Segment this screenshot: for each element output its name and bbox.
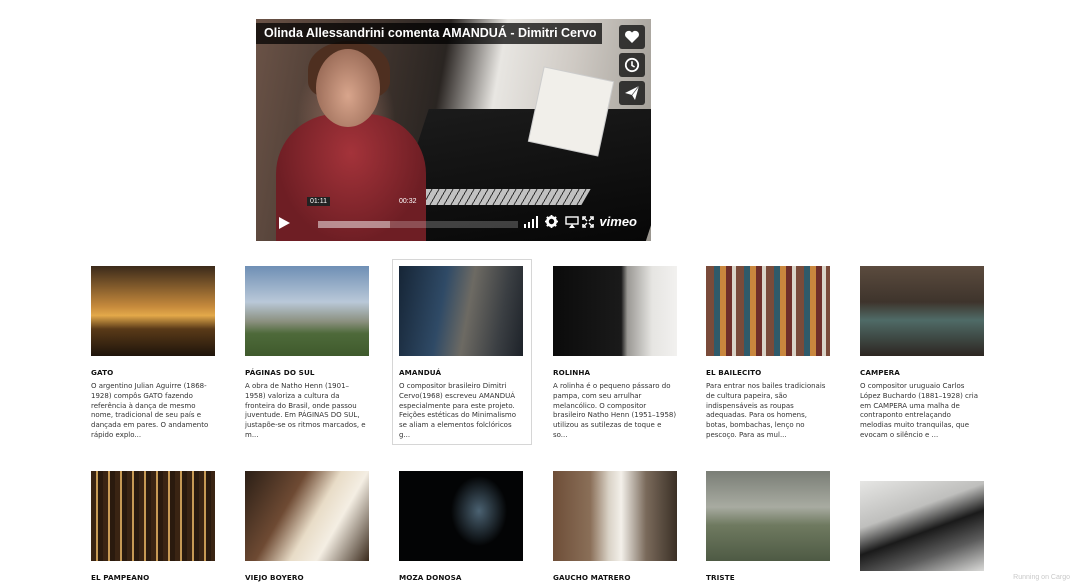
card-title[interactable]: TRISTE — [706, 573, 832, 582]
video-title[interactable]: Olinda Allessandrini comenta AMANDUÁ - D… — [256, 23, 603, 44]
card-description: A obra de Natho Henn (1901–1958) valoriz… — [245, 382, 366, 439]
card-description: Para entrar nos bailes tradicionais de c… — [706, 382, 826, 439]
performer-face — [316, 49, 380, 127]
card-title[interactable]: PÁGINAS DO SUL — [245, 368, 371, 377]
paper-plane-icon — [625, 85, 640, 100]
video-card[interactable]: EL BAILECITO Para entrar nos bailes tradi… — [706, 266, 832, 441]
progress-fill — [318, 221, 390, 228]
share-button[interactable] — [619, 81, 645, 105]
video-thumbnail[interactable] — [245, 471, 369, 561]
duration-time: 00:32 — [399, 198, 417, 205]
video-thumbnail[interactable] — [553, 266, 677, 356]
card-title[interactable]: VIEJO BOYERO — [245, 573, 371, 582]
card-description: O compositor uruguaio Carlos López Bucha… — [860, 382, 979, 439]
like-button[interactable] — [619, 25, 645, 49]
video-card[interactable]: GAUCHO MATRERO — [553, 471, 679, 582]
video-thumbnail[interactable] — [91, 471, 215, 561]
video-thumbnail[interactable] — [245, 266, 369, 356]
card-title[interactable]: EL BAILECITO — [706, 368, 832, 377]
footer-prefix: Running on — [1013, 574, 1049, 581]
card-description: A rolinha é o pequeno pássaro do pampa, … — [553, 382, 677, 439]
gear-icon[interactable] — [545, 215, 558, 228]
video-thumbnail[interactable] — [706, 266, 830, 356]
card-title[interactable]: GATO — [91, 368, 217, 377]
card-title[interactable]: EL PAMPEANO — [91, 573, 217, 582]
watch-later-button[interactable] — [619, 53, 645, 77]
video-thumbnail[interactable] — [860, 266, 984, 356]
video-thumbnail[interactable] — [860, 481, 984, 571]
video-card[interactable]: ROLINHA A rolinha é o pequeno pássaro do … — [553, 266, 679, 441]
play-button[interactable] — [268, 212, 300, 234]
vimeo-logo[interactable]: vimeo — [599, 214, 637, 229]
video-thumbnail[interactable] — [553, 471, 677, 561]
video-card[interactable]: GATO O argentino Julian Aguirre (1868-192… — [91, 266, 217, 441]
video-card[interactable]: TRISTE — [706, 471, 832, 582]
video-card[interactable]: MOZA DONOSA — [399, 471, 525, 582]
card-title[interactable]: MOZA DONOSA — [399, 573, 525, 582]
video-thumbnail[interactable] — [91, 266, 215, 356]
progress-bar[interactable] — [318, 221, 518, 228]
cargo-link[interactable]: Cargo — [1051, 574, 1070, 581]
card-title[interactable]: CAMPERA — [860, 368, 986, 377]
airplay-icon[interactable] — [565, 216, 579, 228]
video-card[interactable]: CAMPERA O compositor uruguaio Carlos Lópe… — [860, 266, 986, 441]
heart-icon — [625, 30, 639, 43]
footer-credit: Running on Cargo — [1013, 574, 1070, 581]
video-card[interactable]: AMANDUÁ O compositor brasileiro Dimitri C… — [392, 259, 532, 445]
video-thumbnail[interactable] — [399, 471, 523, 561]
video-thumbnail[interactable] — [706, 471, 830, 561]
card-title[interactable]: GAUCHO MATRERO — [553, 573, 679, 582]
video-card[interactable]: VIEJO BOYERO — [245, 471, 371, 582]
fullscreen-icon[interactable] — [582, 216, 594, 228]
video-thumbnail[interactable] — [399, 266, 523, 356]
video-card[interactable] — [860, 481, 986, 583]
card-description: O compositor brasileiro Dimitri Cervo(19… — [399, 382, 516, 439]
current-time: 01:11 — [307, 197, 330, 206]
play-icon — [279, 217, 290, 229]
card-title[interactable]: AMANDUÁ — [399, 368, 525, 377]
card-title[interactable]: ROLINHA — [553, 368, 679, 377]
card-description: O argentino Julian Aguirre (1868-1928) c… — [91, 382, 209, 439]
volume-icon[interactable] — [523, 216, 539, 228]
video-player[interactable]: Olinda Allessandrini comenta AMANDUÁ - D… — [256, 19, 651, 241]
video-card[interactable]: PÁGINAS DO SUL A obra de Natho Henn (1901… — [245, 266, 371, 441]
clock-icon — [624, 57, 640, 73]
player-controls: 01:11 00:32 vimeo — [264, 197, 643, 234]
video-card[interactable]: EL PAMPEANO — [91, 471, 217, 582]
